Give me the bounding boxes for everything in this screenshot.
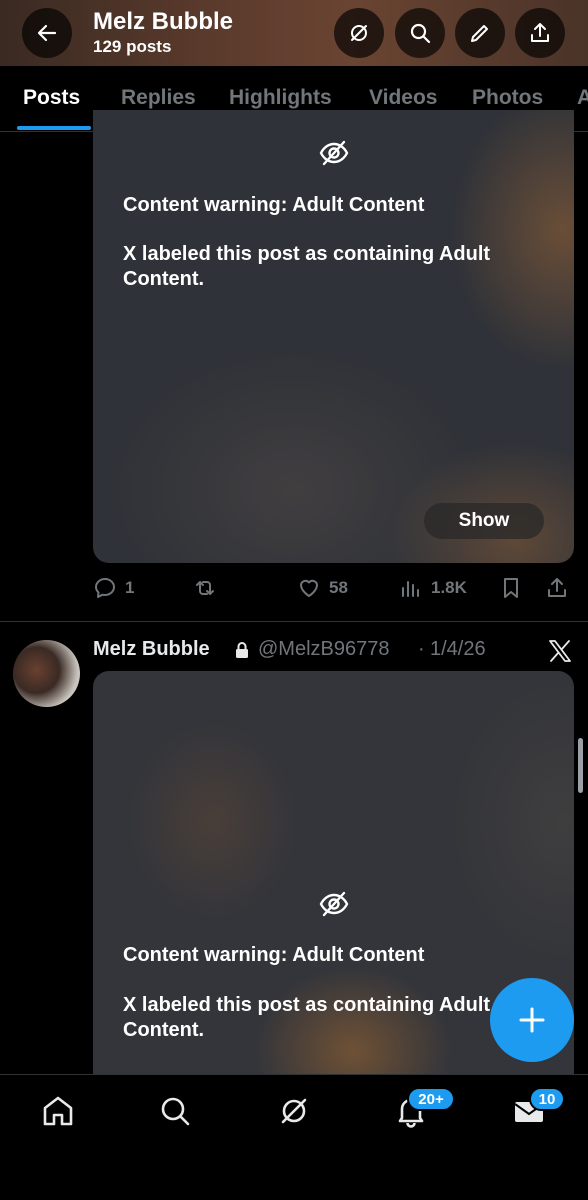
share-icon — [531, 23, 549, 42]
post-author-handle[interactable]: @MelzB96778 — [258, 638, 389, 661]
home-icon — [43, 1096, 73, 1126]
bookmark-icon — [504, 578, 518, 598]
profile-header: Melz Bubble 129 posts — [0, 0, 588, 66]
reply-count: 1 — [125, 578, 135, 597]
bottom-navigation: 20+ 10 — [0, 1074, 588, 1200]
like-button[interactable]: 58 — [297, 576, 348, 600]
tab-replies[interactable]: Replies — [121, 86, 196, 110]
eye-slash-icon — [319, 140, 349, 166]
x-logo-icon[interactable] — [547, 638, 573, 664]
eye-slash-icon — [319, 891, 349, 917]
bookmark-button[interactable] — [499, 576, 523, 600]
content-warning-title: Content warning: Adult Content — [123, 194, 425, 216]
avatar[interactable] — [13, 640, 80, 707]
search-icon — [161, 1097, 190, 1126]
reply-button[interactable]: 1 — [93, 576, 134, 600]
views-icon — [402, 581, 419, 597]
content-warning-title: Content warning: Adult Content — [123, 944, 425, 966]
nav-home[interactable] — [40, 1093, 76, 1129]
sensitive-media[interactable]: Content warning: Adult Content X labeled… — [93, 110, 574, 563]
repost-icon — [196, 581, 214, 595]
grok-icon — [351, 25, 367, 41]
arrow-left-icon — [37, 24, 57, 42]
scrollbar[interactable] — [578, 738, 583, 793]
share-post-button[interactable] — [545, 576, 569, 600]
lock-icon — [236, 642, 248, 658]
plus-icon — [519, 1007, 545, 1033]
edit-button[interactable] — [455, 8, 505, 58]
search-button[interactable] — [395, 8, 445, 58]
nav-grok[interactable] — [276, 1093, 312, 1129]
search-icon — [410, 23, 431, 44]
back-button[interactable] — [22, 8, 72, 58]
views-button[interactable]: 1.8K — [399, 576, 467, 600]
share-button[interactable] — [515, 8, 565, 58]
post-author-name[interactable]: Melz Bubble — [93, 638, 210, 661]
notifications-badge: 20+ — [407, 1087, 455, 1111]
tab-videos[interactable]: Videos — [369, 86, 437, 110]
post-count: 129 posts — [93, 37, 172, 56]
repost-button[interactable] — [193, 576, 217, 600]
separator-dot: · — [418, 638, 425, 660]
view-count: 1.8K — [431, 578, 467, 597]
compose-button[interactable] — [490, 978, 574, 1062]
post-divider — [0, 621, 588, 622]
grok-icon — [281, 1098, 307, 1124]
tab-posts[interactable]: Posts — [23, 86, 80, 110]
nav-search[interactable] — [157, 1093, 193, 1129]
tab-highlights[interactable]: Highlights — [229, 86, 332, 110]
show-button[interactable]: Show — [424, 503, 544, 539]
messages-badge: 10 — [529, 1087, 565, 1111]
grok-button[interactable] — [334, 8, 384, 58]
profile-name: Melz Bubble — [93, 8, 234, 35]
edit-icon — [471, 25, 488, 42]
content-warning-text: X labeled this post as containing Adult … — [123, 243, 491, 290]
tab-articles[interactable]: A — [577, 86, 588, 110]
content-warning-text: X labeled this post as containing Adult … — [123, 994, 491, 1041]
share-icon — [548, 578, 566, 597]
like-count: 58 — [329, 578, 348, 597]
post-actions: 1 58 1.8K — [0, 572, 588, 608]
reply-icon — [95, 578, 115, 598]
tab-photos[interactable]: Photos — [472, 86, 543, 110]
post-date[interactable]: 1/4/26 — [430, 638, 486, 661]
active-tab-indicator — [17, 126, 91, 130]
heart-icon — [300, 579, 318, 597]
